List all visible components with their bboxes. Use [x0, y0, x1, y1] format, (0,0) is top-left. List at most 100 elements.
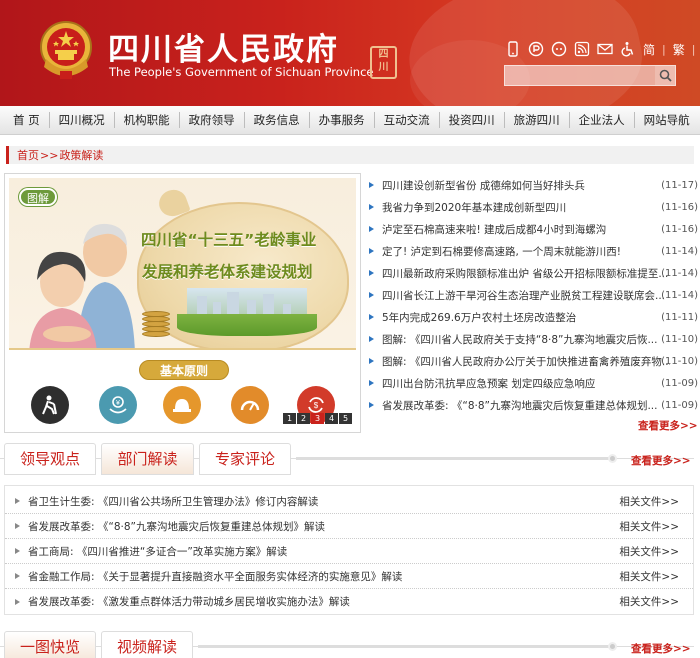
related-files-link[interactable]: 相关文件>> [619, 594, 679, 609]
mobile-icon[interactable] [505, 41, 521, 57]
nav-invest[interactable]: 投资四川 [440, 112, 505, 128]
bullet-icon [369, 248, 374, 254]
interpretation-list: 省卫生计生委: 《四川省公共场所卫生管理办法》修订内容解读 相关文件>> 省发展改… [4, 485, 694, 615]
related-files-link[interactable]: 相关文件>> [619, 569, 679, 584]
tab-leader-views[interactable]: 领导观点 [4, 443, 96, 475]
tab-video-interpretation[interactable]: 视频解读 [101, 631, 193, 658]
bullet-icon [369, 358, 374, 364]
accessibility-icon[interactable] [620, 41, 636, 57]
table-row[interactable]: 省金融工作局: 《关于显著提升直接融资水平全面服务实体经济的实施意见》解读 相关文… [5, 564, 693, 589]
lang-traditional[interactable]: 繁 [673, 41, 685, 58]
main-nav: 首 页 四川概况 机构职能 政府领导 政务信息 办事服务 互动交流 投资四川 旅… [0, 106, 700, 135]
list-item[interactable]: 四川省长江上游干旱河谷生态治理产业脱贫工程建设联席会... (11-14) [368, 284, 698, 306]
principle-label: 基本原则 [139, 360, 229, 380]
list-item[interactable]: 图解: 《四川省人民政府办公厅关于加快推进畜禽养殖废弃物... (11-10) [368, 350, 698, 372]
slideshow-pager: 1 2 3 4 5 [283, 413, 352, 424]
news-more-link[interactable]: 查看更多>> [638, 418, 698, 433]
table-row[interactable]: 省卫生计生委: 《四川省公共场所卫生管理办法》修订内容解读 相关文件>> [5, 489, 693, 514]
wechat-icon[interactable] [551, 41, 567, 57]
tab-expert-comments[interactable]: 专家评论 [199, 443, 291, 475]
money-hands-icon: ¥ [109, 396, 127, 414]
gauge-icon [240, 400, 260, 411]
pager-page-1[interactable]: 1 [283, 413, 296, 424]
principle-icon-2: ¥ [99, 386, 137, 424]
search-box [504, 65, 676, 86]
list-item[interactable]: 图解: 《四川省人民政府关于支持“8·8”九寨沟地震灾后恢... (11-10) [368, 328, 698, 350]
feature-tag: 图解 [19, 188, 57, 206]
breadcrumb: 首页 >> 政策解读 [6, 146, 694, 164]
bullet-icon [15, 498, 20, 504]
header-tools: 简 | 繁 | EN [505, 40, 700, 58]
search-button[interactable] [655, 66, 675, 85]
breadcrumb-separator: >> [40, 148, 59, 162]
list-item[interactable]: 省发展改革委: 《“8·8”九寨沟地震灾后恢复重建总体规划... (11-09) [368, 394, 698, 416]
related-files-link[interactable]: 相关文件>> [619, 544, 679, 559]
lang-simplified[interactable]: 简 [643, 41, 655, 58]
site-header: 四川省人民政府 The People's Government of Sichu… [0, 0, 700, 106]
pager-page-5[interactable]: 5 [339, 413, 352, 424]
tab-department-interpretation[interactable]: 部门解读 [101, 443, 194, 475]
elderly-couple-illustration [29, 223, 135, 354]
bullet-icon [369, 182, 374, 188]
nav-services[interactable]: 办事服务 [310, 112, 375, 128]
news-list: 四川建设创新型省份 成德绵如何当好排头兵 (11-17) 我省力争到2020年基本… [368, 174, 698, 416]
elderly-walker-icon [42, 395, 57, 415]
media-tabs: 一图快览 视频解读 查看更多>> [0, 631, 700, 658]
divider-dot [608, 454, 617, 463]
list-item[interactable]: 5年内完成269.6万户农村土坯房改造整治 (11-11) [368, 306, 698, 328]
list-item[interactable]: 泸定至石棉高速来啦! 建成后成都4小时到海螺沟 (11-16) [368, 218, 698, 240]
list-item[interactable]: 四川最新政府采购限额标准出炉 省级公开招标限额标准提至... (11-14) [368, 262, 698, 284]
bullet-icon [369, 292, 374, 298]
rss-icon[interactable] [574, 41, 590, 57]
pager-page-4[interactable]: 4 [325, 413, 338, 424]
search-input[interactable] [505, 66, 655, 85]
bullet-icon [369, 380, 374, 386]
national-emblem-icon[interactable] [38, 19, 94, 81]
nav-leaders[interactable]: 政府领导 [180, 112, 245, 128]
feature-image[interactable]: 图解 四川省“十三五”老龄事业 发展和养老体系建设规划 基本原则 ¥ $ 1 2… [9, 178, 356, 428]
related-files-link[interactable]: 相关文件>> [619, 494, 679, 509]
bullet-icon [369, 402, 374, 408]
principle-icon-4 [231, 386, 269, 424]
pager-page-2[interactable]: 2 [297, 413, 310, 424]
nav-overview[interactable]: 四川概况 [50, 112, 115, 128]
table-row[interactable]: 省发展改革委: 《激发重点群体活力带动城乡居民增收实施办法》解读 相关文件>> [5, 589, 693, 614]
tab-infographic[interactable]: 一图快览 [4, 631, 96, 658]
bullet-icon [15, 573, 20, 579]
divider-dot [608, 642, 617, 651]
nav-govinfo[interactable]: 政务信息 [245, 112, 310, 128]
nav-functions[interactable]: 机构职能 [115, 112, 180, 128]
site-title: 四川省人民政府 [108, 32, 339, 68]
bullet-icon [15, 523, 20, 529]
list-item[interactable]: 四川出台防汛抗旱应急预案 划定四级应急响应 (11-09) [368, 372, 698, 394]
bullet-icon [369, 336, 374, 342]
mail-icon[interactable] [597, 41, 613, 57]
tabs1-more-link[interactable]: 查看更多>> [631, 453, 691, 468]
list-item[interactable]: 我省力争到2020年基本建成创新型四川 (11-16) [368, 196, 698, 218]
bullet-icon [15, 548, 20, 554]
site-subtitle: The People's Government of Sichuan Provi… [109, 65, 374, 79]
tabs2-more-link[interactable]: 查看更多>> [631, 641, 691, 656]
feature-headline-1: 四川省“十三五”老龄事业 [141, 231, 317, 249]
breadcrumb-current[interactable]: 政策解读 [59, 147, 103, 163]
bullet-icon [369, 270, 374, 276]
list-item[interactable]: 四川建设创新型省份 成德绵如何当好排头兵 (11-17) [368, 174, 698, 196]
nav-travel[interactable]: 旅游四川 [505, 112, 570, 128]
pager-page-3[interactable]: 3 [311, 413, 324, 424]
nav-enterprise[interactable]: 企业法人 [570, 112, 635, 128]
table-row[interactable]: 省发展改革委: 《“8·8”九寨沟地震灾后恢复重建总体规划》解读 相关文件>> [5, 514, 693, 539]
nav-home[interactable]: 首 页 [4, 112, 50, 128]
breadcrumb-home[interactable]: 首页 [17, 147, 39, 163]
bullet-icon [369, 226, 374, 232]
nav-sitemap[interactable]: 网站导航 [635, 112, 699, 128]
weibo-icon[interactable] [528, 41, 544, 57]
principle-icon-3 [163, 386, 201, 424]
bullet-icon [369, 314, 374, 320]
related-files-link[interactable]: 相关文件>> [619, 519, 679, 534]
nav-interaction[interactable]: 互动交流 [375, 112, 440, 128]
table-row[interactable]: 省工商局: 《四川省推进“多证合一”改革实施方案》解读 相关文件>> [5, 539, 693, 564]
principle-icon-1 [31, 386, 69, 424]
interpretation-tabs: 领导观点 部门解读 专家评论 查看更多>> [0, 443, 700, 475]
search-icon [659, 69, 672, 82]
list-item[interactable]: 定了! 泸定到石棉要修高速路, 一个周末就能游川西! (11-14) [368, 240, 698, 262]
